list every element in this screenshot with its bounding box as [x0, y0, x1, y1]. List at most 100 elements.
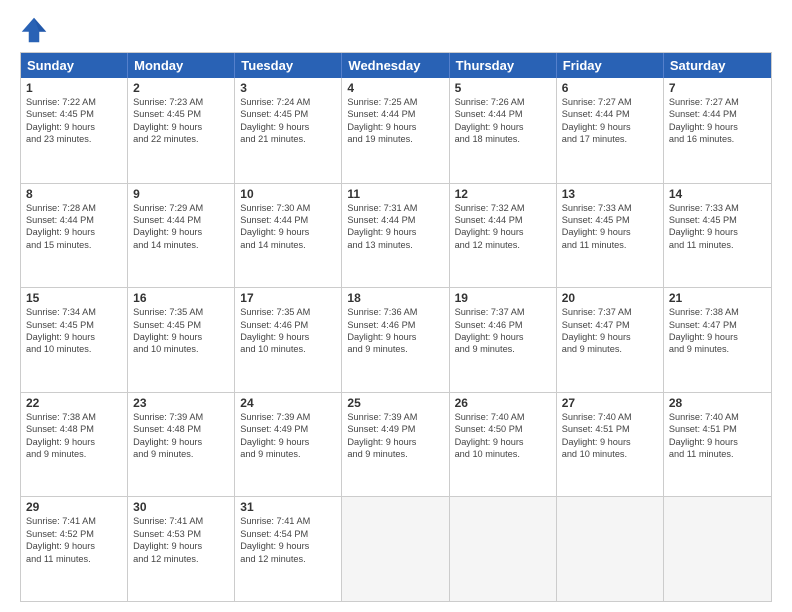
calendar-cell-31: 31Sunrise: 7:41 AM Sunset: 4:54 PM Dayli… [235, 497, 342, 601]
calendar-cell-25: 25Sunrise: 7:39 AM Sunset: 4:49 PM Dayli… [342, 393, 449, 497]
day-number: 22 [26, 396, 122, 410]
cell-detail: Sunrise: 7:30 AM Sunset: 4:44 PM Dayligh… [240, 202, 336, 252]
calendar-row-2: 8Sunrise: 7:28 AM Sunset: 4:44 PM Daylig… [21, 183, 771, 288]
calendar-cell-30: 30Sunrise: 7:41 AM Sunset: 4:53 PM Dayli… [128, 497, 235, 601]
day-number: 23 [133, 396, 229, 410]
calendar-cell-18: 18Sunrise: 7:36 AM Sunset: 4:46 PM Dayli… [342, 288, 449, 392]
day-number: 7 [669, 81, 766, 95]
day-number: 29 [26, 500, 122, 514]
header-day-wednesday: Wednesday [342, 53, 449, 78]
calendar-cell-2: 2Sunrise: 7:23 AM Sunset: 4:45 PM Daylig… [128, 78, 235, 183]
header-day-saturday: Saturday [664, 53, 771, 78]
cell-detail: Sunrise: 7:40 AM Sunset: 4:51 PM Dayligh… [562, 411, 658, 461]
cell-detail: Sunrise: 7:31 AM Sunset: 4:44 PM Dayligh… [347, 202, 443, 252]
day-number: 12 [455, 187, 551, 201]
cell-detail: Sunrise: 7:22 AM Sunset: 4:45 PM Dayligh… [26, 96, 122, 146]
header-day-monday: Monday [128, 53, 235, 78]
calendar-row-1: 1Sunrise: 7:22 AM Sunset: 4:45 PM Daylig… [21, 78, 771, 183]
day-number: 9 [133, 187, 229, 201]
cell-detail: Sunrise: 7:36 AM Sunset: 4:46 PM Dayligh… [347, 306, 443, 356]
day-number: 6 [562, 81, 658, 95]
cell-detail: Sunrise: 7:37 AM Sunset: 4:46 PM Dayligh… [455, 306, 551, 356]
calendar-cell-12: 12Sunrise: 7:32 AM Sunset: 4:44 PM Dayli… [450, 184, 557, 288]
calendar-cell-27: 27Sunrise: 7:40 AM Sunset: 4:51 PM Dayli… [557, 393, 664, 497]
calendar-cell-16: 16Sunrise: 7:35 AM Sunset: 4:45 PM Dayli… [128, 288, 235, 392]
day-number: 19 [455, 291, 551, 305]
calendar-body: 1Sunrise: 7:22 AM Sunset: 4:45 PM Daylig… [21, 78, 771, 601]
day-number: 1 [26, 81, 122, 95]
logo [20, 16, 52, 44]
calendar-header: SundayMondayTuesdayWednesdayThursdayFrid… [21, 53, 771, 78]
header [20, 16, 772, 44]
cell-detail: Sunrise: 7:28 AM Sunset: 4:44 PM Dayligh… [26, 202, 122, 252]
calendar-cell-4: 4Sunrise: 7:25 AM Sunset: 4:44 PM Daylig… [342, 78, 449, 183]
calendar-cell-20: 20Sunrise: 7:37 AM Sunset: 4:47 PM Dayli… [557, 288, 664, 392]
header-day-thursday: Thursday [450, 53, 557, 78]
cell-detail: Sunrise: 7:38 AM Sunset: 4:47 PM Dayligh… [669, 306, 766, 356]
calendar-cell-29: 29Sunrise: 7:41 AM Sunset: 4:52 PM Dayli… [21, 497, 128, 601]
calendar-cell-empty [450, 497, 557, 601]
cell-detail: Sunrise: 7:33 AM Sunset: 4:45 PM Dayligh… [562, 202, 658, 252]
day-number: 4 [347, 81, 443, 95]
cell-detail: Sunrise: 7:37 AM Sunset: 4:47 PM Dayligh… [562, 306, 658, 356]
calendar-cell-empty [557, 497, 664, 601]
day-number: 20 [562, 291, 658, 305]
cell-detail: Sunrise: 7:23 AM Sunset: 4:45 PM Dayligh… [133, 96, 229, 146]
day-number: 3 [240, 81, 336, 95]
calendar-cell-13: 13Sunrise: 7:33 AM Sunset: 4:45 PM Dayli… [557, 184, 664, 288]
calendar-row-5: 29Sunrise: 7:41 AM Sunset: 4:52 PM Dayli… [21, 496, 771, 601]
cell-detail: Sunrise: 7:35 AM Sunset: 4:46 PM Dayligh… [240, 306, 336, 356]
cell-detail: Sunrise: 7:27 AM Sunset: 4:44 PM Dayligh… [562, 96, 658, 146]
cell-detail: Sunrise: 7:34 AM Sunset: 4:45 PM Dayligh… [26, 306, 122, 356]
calendar-row-4: 22Sunrise: 7:38 AM Sunset: 4:48 PM Dayli… [21, 392, 771, 497]
day-number: 21 [669, 291, 766, 305]
day-number: 15 [26, 291, 122, 305]
calendar-cell-5: 5Sunrise: 7:26 AM Sunset: 4:44 PM Daylig… [450, 78, 557, 183]
day-number: 31 [240, 500, 336, 514]
calendar-cell-7: 7Sunrise: 7:27 AM Sunset: 4:44 PM Daylig… [664, 78, 771, 183]
calendar-cell-19: 19Sunrise: 7:37 AM Sunset: 4:46 PM Dayli… [450, 288, 557, 392]
calendar-cell-9: 9Sunrise: 7:29 AM Sunset: 4:44 PM Daylig… [128, 184, 235, 288]
calendar-cell-8: 8Sunrise: 7:28 AM Sunset: 4:44 PM Daylig… [21, 184, 128, 288]
cell-detail: Sunrise: 7:41 AM Sunset: 4:54 PM Dayligh… [240, 515, 336, 565]
cell-detail: Sunrise: 7:40 AM Sunset: 4:50 PM Dayligh… [455, 411, 551, 461]
day-number: 17 [240, 291, 336, 305]
day-number: 28 [669, 396, 766, 410]
cell-detail: Sunrise: 7:35 AM Sunset: 4:45 PM Dayligh… [133, 306, 229, 356]
calendar-cell-24: 24Sunrise: 7:39 AM Sunset: 4:49 PM Dayli… [235, 393, 342, 497]
day-number: 30 [133, 500, 229, 514]
day-number: 27 [562, 396, 658, 410]
cell-detail: Sunrise: 7:32 AM Sunset: 4:44 PM Dayligh… [455, 202, 551, 252]
calendar-cell-14: 14Sunrise: 7:33 AM Sunset: 4:45 PM Dayli… [664, 184, 771, 288]
calendar-row-3: 15Sunrise: 7:34 AM Sunset: 4:45 PM Dayli… [21, 287, 771, 392]
calendar-cell-3: 3Sunrise: 7:24 AM Sunset: 4:45 PM Daylig… [235, 78, 342, 183]
calendar-cell-28: 28Sunrise: 7:40 AM Sunset: 4:51 PM Dayli… [664, 393, 771, 497]
cell-detail: Sunrise: 7:41 AM Sunset: 4:52 PM Dayligh… [26, 515, 122, 565]
calendar-cell-21: 21Sunrise: 7:38 AM Sunset: 4:47 PM Dayli… [664, 288, 771, 392]
cell-detail: Sunrise: 7:25 AM Sunset: 4:44 PM Dayligh… [347, 96, 443, 146]
calendar-cell-10: 10Sunrise: 7:30 AM Sunset: 4:44 PM Dayli… [235, 184, 342, 288]
cell-detail: Sunrise: 7:26 AM Sunset: 4:44 PM Dayligh… [455, 96, 551, 146]
cell-detail: Sunrise: 7:24 AM Sunset: 4:45 PM Dayligh… [240, 96, 336, 146]
header-day-tuesday: Tuesday [235, 53, 342, 78]
calendar-cell-26: 26Sunrise: 7:40 AM Sunset: 4:50 PM Dayli… [450, 393, 557, 497]
calendar-cell-6: 6Sunrise: 7:27 AM Sunset: 4:44 PM Daylig… [557, 78, 664, 183]
day-number: 14 [669, 187, 766, 201]
day-number: 18 [347, 291, 443, 305]
day-number: 11 [347, 187, 443, 201]
cell-detail: Sunrise: 7:29 AM Sunset: 4:44 PM Dayligh… [133, 202, 229, 252]
calendar-cell-empty [664, 497, 771, 601]
cell-detail: Sunrise: 7:39 AM Sunset: 4:49 PM Dayligh… [347, 411, 443, 461]
logo-icon [20, 16, 48, 44]
day-number: 13 [562, 187, 658, 201]
day-number: 26 [455, 396, 551, 410]
header-day-sunday: Sunday [21, 53, 128, 78]
cell-detail: Sunrise: 7:33 AM Sunset: 4:45 PM Dayligh… [669, 202, 766, 252]
calendar-cell-empty [342, 497, 449, 601]
cell-detail: Sunrise: 7:38 AM Sunset: 4:48 PM Dayligh… [26, 411, 122, 461]
day-number: 8 [26, 187, 122, 201]
calendar-cell-17: 17Sunrise: 7:35 AM Sunset: 4:46 PM Dayli… [235, 288, 342, 392]
calendar-cell-15: 15Sunrise: 7:34 AM Sunset: 4:45 PM Dayli… [21, 288, 128, 392]
calendar-cell-11: 11Sunrise: 7:31 AM Sunset: 4:44 PM Dayli… [342, 184, 449, 288]
cell-detail: Sunrise: 7:39 AM Sunset: 4:48 PM Dayligh… [133, 411, 229, 461]
